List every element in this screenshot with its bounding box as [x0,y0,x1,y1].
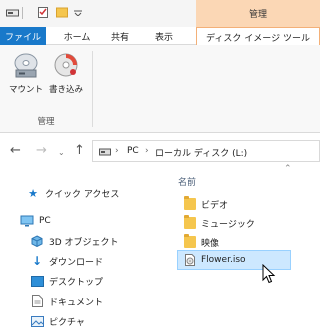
nav-downloads-label: ダウンロード [49,257,104,268]
ribbon: マウント 書き込み 管理 [0,45,320,133]
up-arrow-icon[interactable]: ↑ [74,144,85,158]
address-bar[interactable]: › PC › ローカル ディスク (L:) [92,140,320,162]
nav-quick-access[interactable]: ★ クイック アクセス [26,184,119,202]
nav-pictures-label: ピクチャ [49,317,85,328]
drive-icon [99,148,111,156]
mouse-cursor-icon [262,264,276,284]
file-item-label: ビデオ [201,200,229,211]
recent-locations-chevron-icon[interactable]: ⌄ [58,146,65,160]
breadcrumb-separator-icon[interactable]: › [145,146,149,156]
nav-documents[interactable]: ドキュメント [30,292,103,310]
download-arrow-icon: ↓ [31,254,43,268]
qat-dropdown-icon[interactable] [74,10,82,16]
mount-button[interactable]: マウント [6,53,46,105]
tab-view[interactable]: 表示 [146,27,182,45]
mount-label: マウント [8,85,43,95]
tab-file[interactable]: ファイル [0,27,46,45]
nav-documents-label: ドキュメント [49,297,104,308]
pictures-icon [30,315,44,327]
breadcrumb-separator-icon[interactable]: › [115,146,119,156]
file-item-label: 映像 [201,238,220,249]
star-icon: ★ [28,186,38,200]
computer-icon [20,215,34,227]
burn-label: 書き込み [48,85,83,95]
file-item-folder[interactable]: ビデオ [178,194,290,214]
nav-3d-objects[interactable]: 3D オブジェクト [30,232,119,250]
properties-icon[interactable] [37,7,50,18]
title-bar: 管理 [0,0,320,27]
burn-disc-icon [54,53,78,77]
drive-icon[interactable] [6,7,19,18]
burn-button[interactable]: 書き込み [46,53,86,105]
breadcrumb-local-disk[interactable]: ローカル ディスク (L:) [155,146,247,159]
nav-3d-objects-label: 3D オブジェクト [49,237,119,248]
nav-downloads[interactable]: ↓ ダウンロード [30,252,103,270]
tab-home[interactable]: ホーム [58,27,96,45]
tab-share[interactable]: 共有 [104,27,136,45]
disc-image-icon [185,254,195,266]
file-item-label: Flower.iso [201,255,246,265]
nav-desktop-label: デスクトップ [49,277,104,288]
ribbon-group-label: 管理 [37,117,55,127]
folder-icon [184,196,196,210]
file-item-folder[interactable]: ミュージック [178,213,290,233]
column-header-name[interactable]: 名前 [178,175,196,188]
context-tab-group-label: 管理 [196,0,320,27]
mount-icon [14,53,38,78]
ribbon-tab-row: ファイル ホーム 共有 表示 ディスク イメージ ツール [0,27,320,46]
document-icon [30,295,44,307]
nav-pictures[interactable]: ピクチャ [30,312,85,330]
breadcrumb-pc[interactable]: PC [127,146,139,156]
nav-quick-access-label: クイック アクセス [45,189,120,200]
tab-disc-image-tools[interactable]: ディスク イメージ ツール [196,27,320,46]
ribbon-group-divider [92,51,93,127]
folder-icon [184,234,196,248]
file-item-label: ミュージック [201,219,255,230]
nav-pc[interactable]: PC [20,212,51,230]
file-item-folder[interactable]: 映像 [178,232,290,252]
nav-pc-label: PC [39,216,51,226]
new-folder-icon[interactable] [56,7,69,18]
forward-arrow-icon[interactable]: → [36,144,47,158]
nav-desktop[interactable]: デスクトップ [30,272,103,290]
back-arrow-icon[interactable]: ← [10,144,21,158]
cube-icon [30,235,44,247]
desktop-icon [30,275,44,287]
folder-icon [184,215,196,229]
qat-divider [22,7,23,19]
sort-chevron-icon[interactable]: ⌃ [284,164,292,174]
